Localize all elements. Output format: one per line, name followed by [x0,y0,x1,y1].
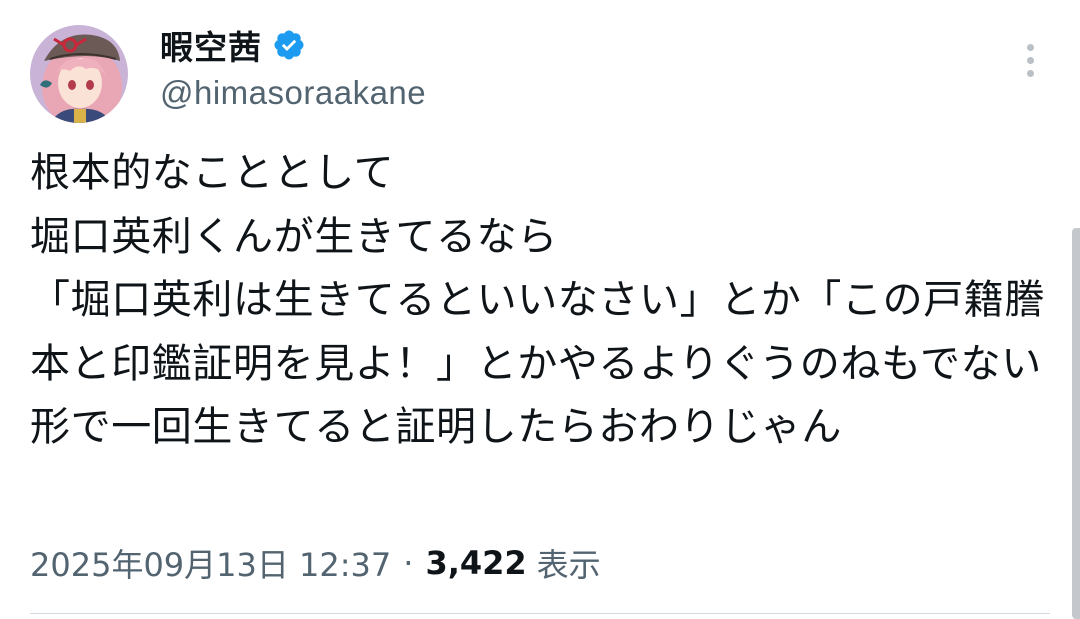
verified-badge-icon[interactable] [272,28,306,62]
tweet-card: 暇空茜 @himasoraakane 根本的なこととして 堀口英利くんが生きてる… [0,0,1080,619]
author-handle[interactable]: @himasoraakane [160,74,426,112]
anime-character-avatar-icon [30,25,128,123]
views-count: 3,422 [425,544,527,582]
meta-separator: · [403,544,414,582]
views-label: 表示 [536,546,601,584]
tweet-meta: 2025年09月13日 12:37 · 3,422 表示 [30,540,601,586]
divider [30,613,1050,614]
more-options-button[interactable] [1014,40,1046,80]
avatar[interactable] [30,25,128,123]
scrollbar[interactable] [1072,228,1080,619]
tweet-timestamp[interactable]: 2025年09月13日 12:37 [30,540,391,586]
author-name-row: 暇空茜 [160,22,306,68]
more-vertical-icon [1026,69,1034,77]
more-vertical-icon [1026,56,1034,64]
tweet-text: 根本的なこととして 堀口英利くんが生きてるなら 「堀口英利は生きてるといいなさい… [30,150,1045,450]
more-vertical-icon [1026,43,1034,51]
author-display-name[interactable]: 暇空茜 [160,21,262,69]
